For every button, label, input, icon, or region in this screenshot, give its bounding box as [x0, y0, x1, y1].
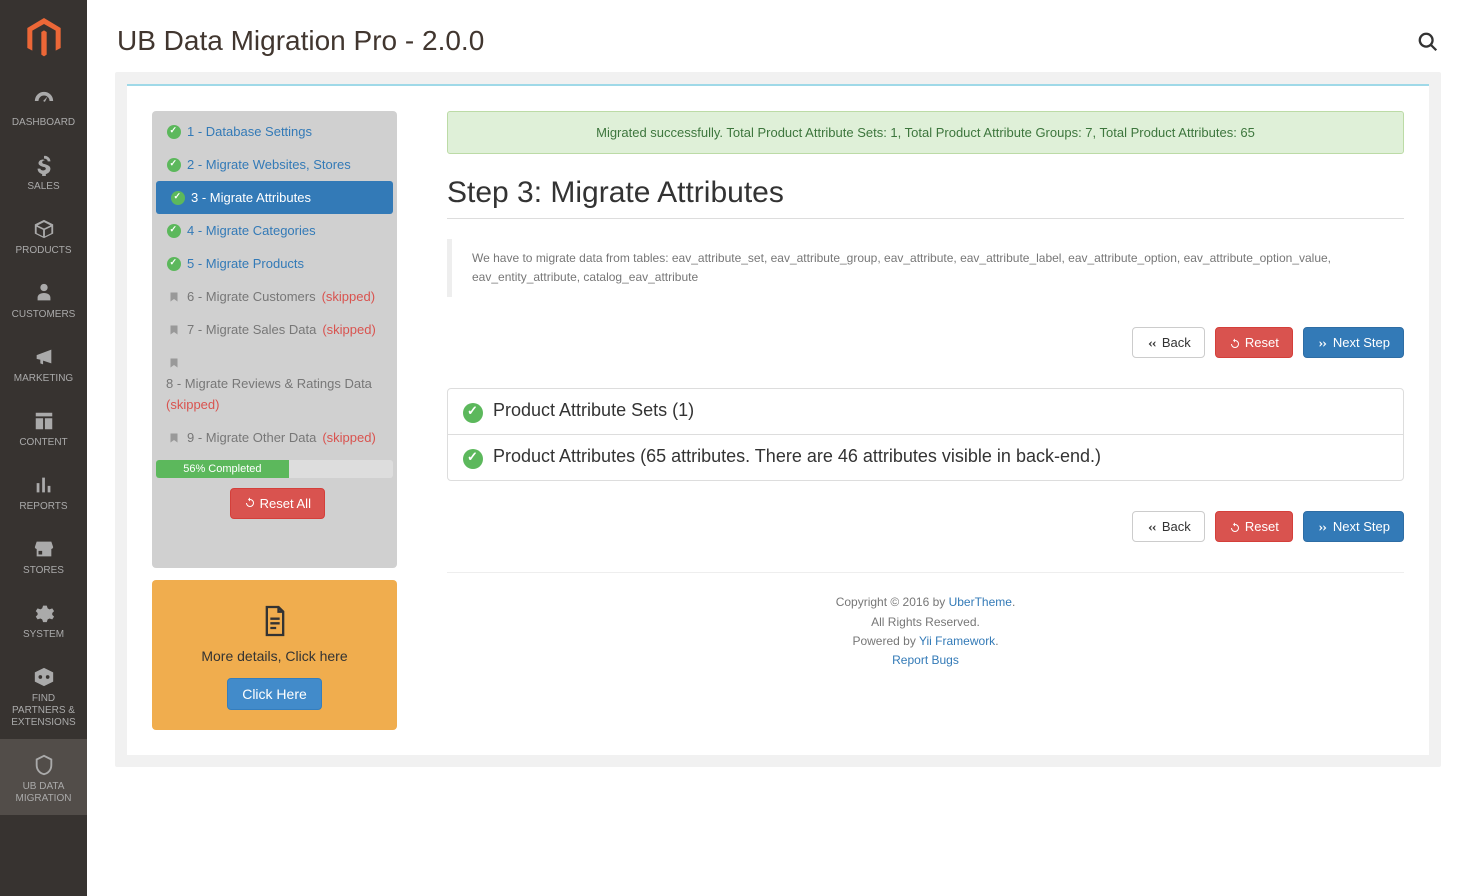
nav-partners[interactable]: FIND PARTNERS & EXTENSIONS — [0, 651, 87, 739]
success-alert: Migrated successfully. Total Product Att… — [447, 111, 1404, 154]
step-2[interactable]: 2 - Migrate Websites, Stores — [152, 148, 397, 181]
search-icon[interactable] — [1417, 28, 1439, 54]
nav-ub-migration[interactable]: UB DATA MIGRATION — [0, 739, 87, 815]
check-icon — [170, 190, 185, 205]
divider — [447, 218, 1404, 219]
page-title: UB Data Migration Pro - 2.0.0 — [117, 25, 484, 57]
button-row-top: Back Reset Next Step — [447, 327, 1404, 358]
bookmark-icon — [166, 289, 181, 304]
step-title: Step 3: Migrate Attributes — [447, 176, 1404, 210]
step-6[interactable]: 6 - Migrate Customers (skipped) — [152, 280, 397, 313]
nav-stores[interactable]: STORES — [0, 523, 87, 587]
bookmark-icon — [166, 355, 181, 370]
nav-products[interactable]: PRODUCTS — [0, 203, 87, 267]
nav-customers[interactable]: CUSTOMERS — [0, 267, 87, 331]
nav-marketing[interactable]: MARKETING — [0, 331, 87, 395]
back-button[interactable]: Back — [1132, 511, 1205, 542]
document-icon — [172, 600, 377, 638]
bookmark-icon — [166, 430, 181, 445]
back-button[interactable]: Back — [1132, 327, 1205, 358]
step-4[interactable]: 4 - Migrate Categories — [152, 214, 397, 247]
button-row-bottom: Back Reset Next Step — [447, 511, 1404, 542]
step-9[interactable]: 9 - Migrate Other Data (skipped) — [152, 421, 397, 454]
check-icon — [463, 403, 483, 423]
panel-attributes[interactable]: Product Attributes (65 attributes. There… — [448, 434, 1403, 480]
steps-list: 1 - Database Settings 2 - Migrate Websit… — [152, 111, 397, 568]
nav-dashboard[interactable]: DASHBOARD — [0, 75, 87, 139]
reset-all-button[interactable]: Reset All — [230, 488, 325, 519]
click-here-button[interactable]: Click Here — [227, 678, 322, 710]
page-header: UB Data Migration Pro - 2.0.0 — [87, 0, 1469, 72]
content-icon — [5, 407, 82, 433]
step-1[interactable]: 1 - Database Settings — [152, 115, 397, 148]
stores-icon — [5, 535, 82, 561]
products-icon — [5, 215, 82, 241]
system-icon — [5, 599, 82, 625]
marketing-icon — [5, 343, 82, 369]
bookmark-icon — [166, 322, 181, 337]
report-bugs-link[interactable]: Report Bugs — [892, 653, 959, 667]
nav-content[interactable]: CONTENT — [0, 395, 87, 459]
check-icon — [166, 157, 181, 172]
step-5[interactable]: 5 - Migrate Products — [152, 247, 397, 280]
check-icon — [166, 124, 181, 139]
progress-bar: 56% Completed — [156, 460, 393, 478]
magento-logo[interactable] — [0, 0, 87, 75]
customers-icon — [5, 279, 82, 305]
step-3[interactable]: 3 - Migrate Attributes — [156, 181, 393, 214]
reset-button[interactable]: Reset — [1215, 327, 1293, 358]
next-step-button[interactable]: Next Step — [1303, 327, 1404, 358]
reports-icon — [5, 471, 82, 497]
sales-icon — [5, 151, 82, 177]
step-7[interactable]: 7 - Migrate Sales Data (skipped) — [152, 313, 397, 346]
yii-link[interactable]: Yii Framework — [919, 634, 995, 648]
nav-system[interactable]: SYSTEM — [0, 587, 87, 651]
migration-icon — [5, 751, 82, 777]
admin-sidebar: DASHBOARD SALES PRODUCTS CUSTOMERS MARKE… — [0, 0, 87, 896]
step-8[interactable]: 8 - Migrate Reviews & Ratings Data (skip… — [152, 346, 397, 421]
check-icon — [166, 223, 181, 238]
more-details-box: More details, Click here Click Here — [152, 580, 397, 730]
nav-reports[interactable]: REPORTS — [0, 459, 87, 523]
results-panel: Product Attribute Sets (1) Product Attri… — [447, 388, 1404, 481]
more-details-text: More details, Click here — [172, 648, 377, 664]
check-icon — [166, 256, 181, 271]
footer: Copyright © 2016 by UberTheme. All Right… — [447, 572, 1404, 690]
ubertheme-link[interactable]: UberTheme — [949, 595, 1012, 609]
next-step-button[interactable]: Next Step — [1303, 511, 1404, 542]
partners-icon — [5, 663, 82, 689]
info-well: We have to migrate data from tables: eav… — [447, 239, 1404, 297]
dashboard-icon — [5, 87, 82, 113]
reset-button[interactable]: Reset — [1215, 511, 1293, 542]
check-icon — [463, 449, 483, 469]
nav-sales[interactable]: SALES — [0, 139, 87, 203]
panel-attribute-sets[interactable]: Product Attribute Sets (1) — [448, 389, 1403, 434]
